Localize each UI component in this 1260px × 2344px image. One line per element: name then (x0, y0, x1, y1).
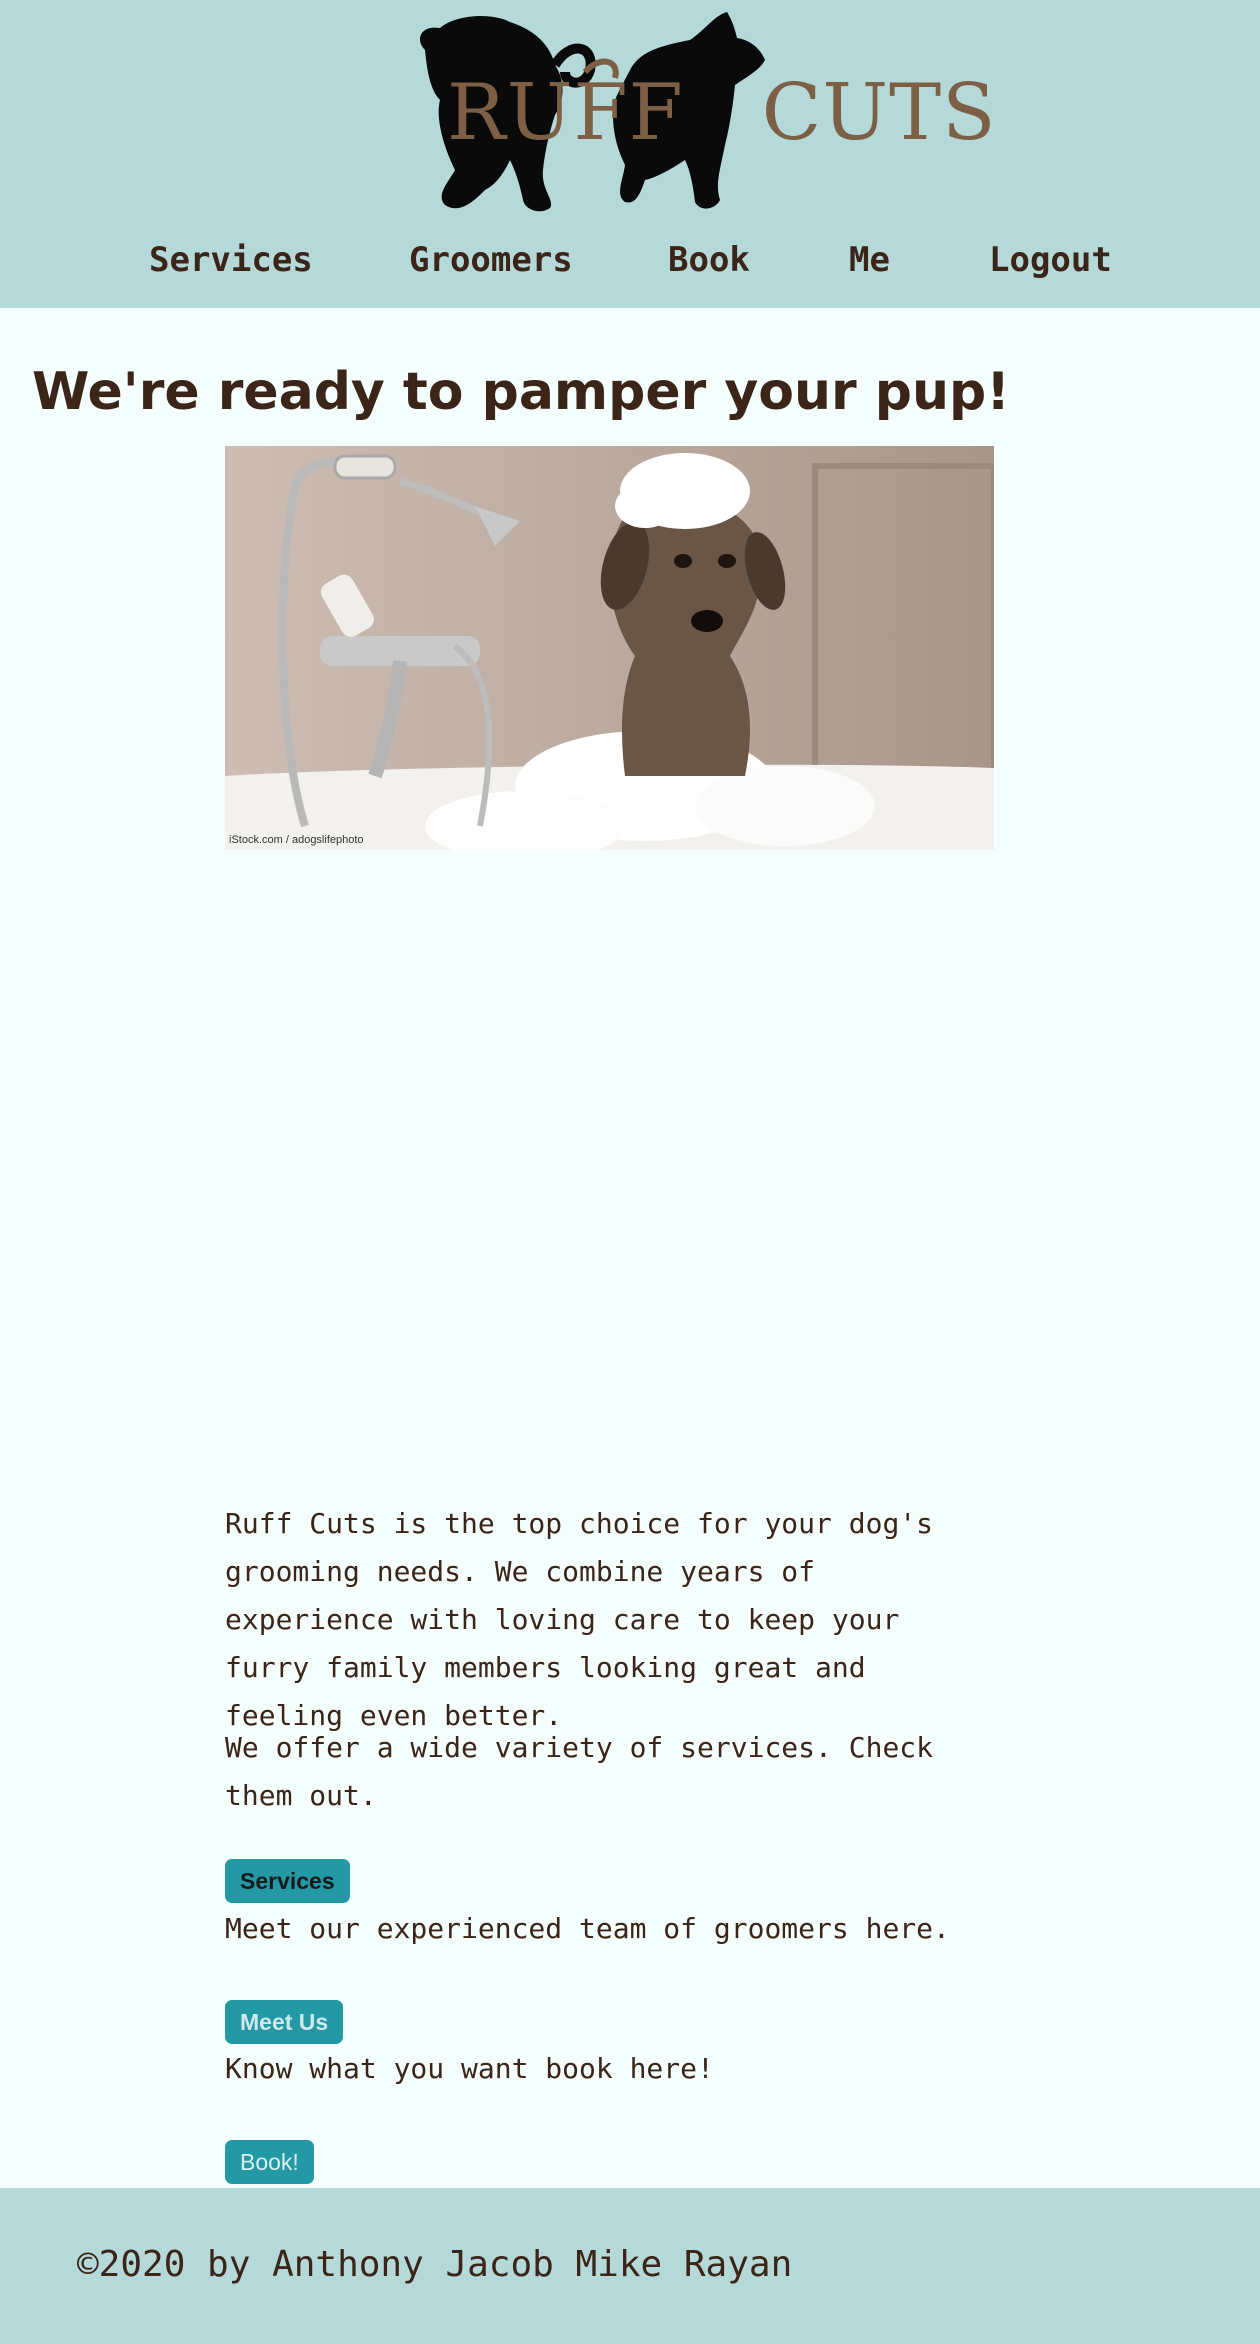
image-credit: iStock.com / adogslifephoto (229, 834, 364, 846)
hero-image-dog-bath: iStock.com / adogslifephoto (225, 446, 994, 850)
site-footer: ©2020 by Anthony Jacob Mike Rayan (0, 2188, 1260, 2344)
nav-groomers[interactable]: Groomers (409, 240, 573, 280)
nav-services[interactable]: Services (149, 240, 313, 280)
logo-wordmark: RUFF CUTS (447, 68, 997, 158)
logo-text-ruff: RUFF (447, 68, 684, 158)
site-header: RUFF CUTS Services Groomers Book Me Logou… (0, 0, 1260, 308)
nav-logout[interactable]: Logout (989, 240, 1112, 280)
logo-text-cuts: CUTS (761, 68, 997, 158)
groomers-paragraph: Meet our experienced team of groomers he… (225, 1912, 950, 1945)
services-button[interactable]: Services (225, 1859, 350, 1903)
nav-me[interactable]: Me (849, 240, 890, 280)
nav-book[interactable]: Book (668, 240, 750, 280)
page-headline: We're ready to pamper your pup! (32, 362, 1010, 422)
main-nav: Services Groomers Book Me Logout (0, 240, 1260, 300)
book-button[interactable]: Book! (225, 2140, 314, 2184)
book-paragraph: Know what you want book here! (225, 2052, 714, 2085)
copyright-text: ©2020 by Anthony Jacob Mike Rayan (77, 2244, 793, 2285)
ruff-cuts-logo[interactable]: RUFF CUTS (415, 10, 996, 215)
services-paragraph: We offer a wide variety of services. Che… (225, 1731, 934, 1812)
dog-in-bath-illustration (225, 453, 994, 850)
meet-us-button[interactable]: Meet Us (225, 2000, 344, 2044)
intro-paragraph: Ruff Cuts is the top choice for your dog… (225, 1507, 934, 1732)
